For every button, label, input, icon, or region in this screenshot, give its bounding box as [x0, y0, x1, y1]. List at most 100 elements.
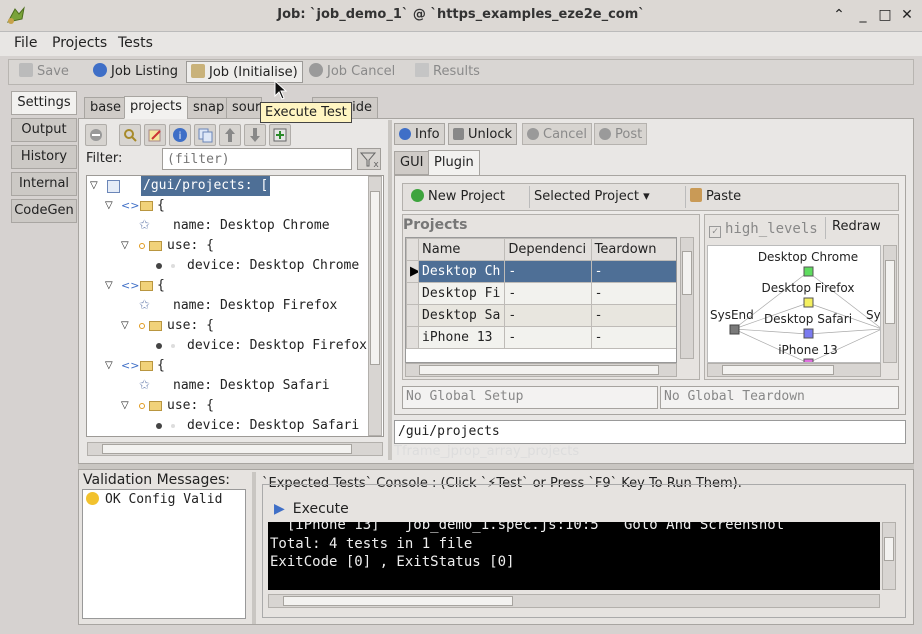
tab-source[interactable]: sour [226, 97, 262, 119]
info-icon[interactable]: i [169, 124, 191, 146]
tab-history[interactable]: History [11, 145, 77, 169]
menu-projects[interactable]: Projects [52, 35, 107, 51]
info-button[interactable]: Info [394, 123, 445, 145]
tab-internal[interactable]: Internal [11, 172, 77, 196]
job-listing-button[interactable]: Job Listing [89, 61, 182, 83]
maximize-button[interactable]: □ [876, 6, 894, 24]
row-header[interactable] [406, 282, 420, 305]
shade-button[interactable]: ⌃ [830, 6, 848, 24]
tab-base[interactable]: base [84, 97, 127, 119]
node-desktop-safari[interactable] [803, 328, 814, 339]
row-header[interactable] [406, 326, 420, 349]
graph-svg: Desktop Chrome Desktop Firefox Desktop S… [710, 250, 880, 362]
tree-label: device: Desktop Firefox [187, 338, 368, 353]
filter-input[interactable] [162, 148, 352, 170]
table-cell[interactable]: - [590, 260, 676, 283]
remove-icon[interactable] [85, 124, 107, 146]
node-desktop-chrome[interactable] [803, 266, 814, 277]
table-row[interactable]: Desktop Sa - - [406, 304, 676, 327]
dependency-graph[interactable]: Desktop Chrome Desktop Firefox Desktop S… [707, 245, 881, 363]
minimize-button[interactable]: _ [854, 6, 872, 24]
add-node-icon[interactable] [269, 124, 291, 146]
table-cell[interactable]: - [504, 304, 592, 327]
table-cell[interactable]: - [504, 326, 592, 349]
expand-arrow-icon[interactable]: ▽ [90, 176, 98, 196]
unlock-button[interactable]: Unlock [448, 123, 517, 145]
projects-vertical-scrollbar[interactable] [680, 237, 694, 359]
projects-horizontal-scrollbar[interactable] [405, 363, 677, 377]
path-field[interactable]: /gui/projects [394, 420, 906, 444]
table-row[interactable]: ▶Desktop Ch-- [406, 260, 676, 283]
table-cell[interactable]: iPhone 13 [418, 326, 506, 349]
node-sysend[interactable] [729, 324, 740, 335]
tab-settings[interactable]: Settings [11, 91, 77, 115]
global-setup-field[interactable]: No Global Setup [402, 386, 658, 409]
execute-test-tooltip: Execute Test [260, 102, 352, 123]
table-row[interactable]: iPhone 13- - [406, 326, 676, 349]
post-button[interactable]: Post [594, 123, 648, 145]
vertical-splitter[interactable] [388, 120, 392, 460]
edit-icon[interactable] [144, 124, 166, 146]
search-tree-icon[interactable] [119, 124, 141, 146]
expand-arrow-icon[interactable]: ▽ [121, 316, 129, 336]
validation-list: OK Config Valid [82, 489, 246, 619]
tab-snap[interactable]: snap [187, 97, 231, 119]
move-down-icon[interactable] [244, 124, 266, 146]
close-button[interactable]: ✕ [898, 6, 916, 24]
table-cell[interactable]: - [590, 304, 676, 327]
new-project-button[interactable]: New Project [407, 186, 509, 208]
clear-filter-icon[interactable]: x [357, 148, 381, 170]
table-cell[interactable]: Desktop Ch [418, 260, 506, 283]
expand-arrow-icon[interactable]: ▽ [105, 356, 113, 376]
selected-project-dropdown[interactable]: Selected Project ▾ [529, 186, 654, 208]
tab-plugin[interactable]: Plugin [428, 150, 480, 176]
tab-gui[interactable]: GUI [394, 151, 430, 175]
save-button[interactable]: Save [15, 61, 73, 83]
execute-button[interactable]: ▶ Execute [274, 501, 349, 517]
column-header[interactable]: Name [418, 238, 506, 261]
tab-projects[interactable]: projects [124, 96, 188, 119]
move-up-icon[interactable] [219, 124, 241, 146]
copy-icon[interactable] [194, 124, 216, 146]
column-header[interactable]: Teardown [590, 238, 676, 261]
table-cell[interactable]: - [504, 282, 592, 305]
expand-arrow-icon[interactable]: ▽ [105, 276, 113, 296]
tree-vertical-scrollbar[interactable] [368, 176, 382, 436]
global-teardown-field[interactable]: No Global Teardown [660, 386, 899, 409]
folder-icon [140, 201, 153, 211]
table-row[interactable]: Desktop Fi - - [406, 282, 676, 305]
tree-label: /gui/projects: [ [141, 176, 271, 196]
expand-arrow-icon[interactable]: ▽ [121, 236, 129, 256]
tree-label: { [157, 198, 165, 213]
node-desktop-firefox[interactable] [803, 297, 814, 308]
row-header[interactable] [406, 304, 420, 327]
tree-horizontal-scrollbar[interactable] [87, 442, 383, 456]
menu-file[interactable]: File [14, 35, 37, 51]
expand-arrow-icon[interactable]: ▽ [105, 196, 113, 216]
table-cell[interactable]: Desktop Fi [418, 282, 506, 305]
smiley-icon [86, 492, 99, 505]
paste-button[interactable]: Paste [685, 186, 745, 208]
results-button[interactable]: Results [411, 61, 484, 83]
table-cell[interactable]: - [590, 326, 676, 349]
redraw-button[interactable]: Redraw [825, 217, 887, 239]
tab-codegen[interactable]: CodeGen [11, 199, 77, 223]
row-header[interactable]: ▶ [406, 260, 420, 283]
console-vertical-scrollbar[interactable] [882, 522, 896, 590]
high-levels-checkbox[interactable]: ✓ high_levels [709, 221, 818, 238]
job-cancel-button[interactable]: Job Cancel [305, 61, 399, 83]
cancel-button[interactable]: Cancel [522, 123, 593, 145]
graph-vertical-scrollbar[interactable] [883, 245, 897, 363]
table-cell[interactable]: - [590, 282, 676, 305]
menu-tests[interactable]: Tests [118, 35, 153, 51]
graph-horizontal-scrollbar[interactable] [707, 363, 881, 377]
expand-arrow-icon[interactable]: ▽ [121, 396, 129, 416]
bottom-splitter[interactable] [252, 472, 256, 624]
dot-icon [139, 243, 145, 249]
table-cell[interactable]: Desktop Sa [418, 304, 506, 327]
console-horizontal-scrollbar[interactable] [268, 594, 880, 608]
menu-bar: File Projects Tests [0, 32, 922, 56]
table-cell[interactable]: - [504, 260, 592, 283]
column-header[interactable]: Dependenci [504, 238, 592, 261]
tab-output[interactable]: Output [11, 118, 77, 142]
